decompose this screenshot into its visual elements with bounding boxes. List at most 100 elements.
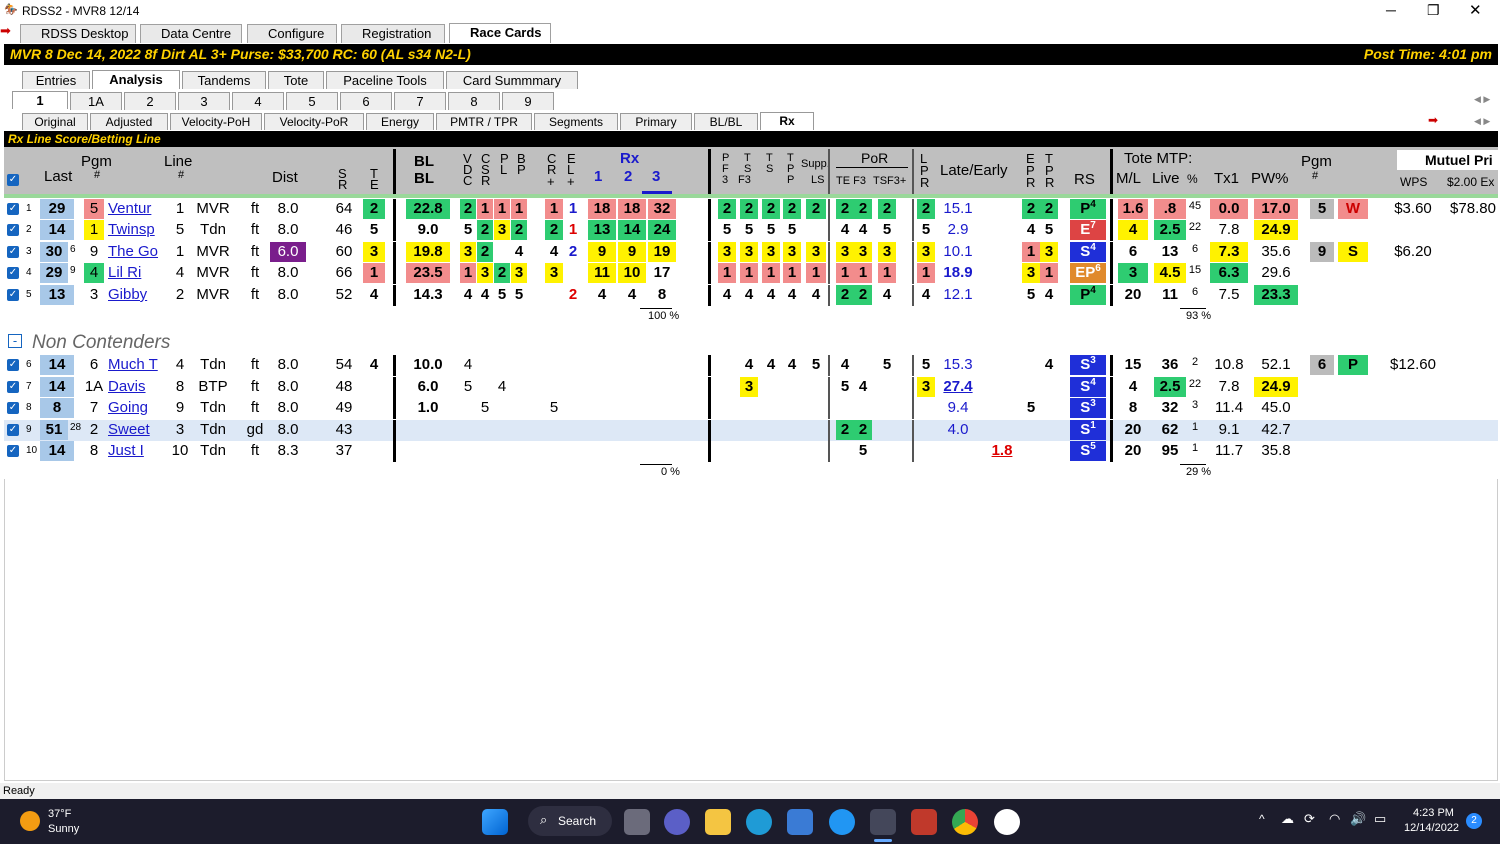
table-row[interactable]: ✓ 4 29 9 4 Lil Ri 4 MVR ft 8.0 66 1 23.5 1 3 2 3 3 11 10 17 1… [4,263,1498,284]
pf-value: 2 [718,199,736,219]
table-row[interactable]: ✓ 3 30 6 9 The Go 1 MVR ft 6.0 60 3 19.8 3 2 4 4 2 9 9 19 3 3 3… [4,242,1498,263]
weather-desc[interactable]: Sunny [48,823,79,835]
vdc-value: 4 [463,356,473,373]
total-line [1180,308,1206,309]
horse-name-link[interactable]: The Go [108,242,168,262]
scroll-arrows-icon[interactable]: ◀ ▶ [1474,94,1490,105]
table-row[interactable]: ✓ 1 29 5 Ventur 1 MVR ft 8.0 64 2 22.8 2 1 1 1 1 1 18 18 32 2… [4,199,1498,220]
horse-name-link[interactable]: Just I [108,441,168,461]
row-checkbox[interactable]: ✓ [7,289,19,301]
scroll-arrows-icon[interactable]: ◀ ▶ [1474,116,1490,127]
tab-analysis[interactable]: Analysis [92,70,180,89]
race-tab-5[interactable]: 5 [286,92,338,110]
tab-race-cards[interactable]: Race Cards [449,23,551,43]
report-tab-velocity-por[interactable]: Velocity-PoR [264,113,364,130]
chrome-icon[interactable] [952,809,978,835]
row-checkbox[interactable]: ✓ [7,445,19,457]
collapse-button[interactable]: - [8,334,22,348]
volume-icon[interactable]: 🔊 [1350,811,1366,827]
tab-configure[interactable]: Configure [247,24,337,43]
total-line [640,308,672,309]
openai-icon[interactable] [994,809,1020,835]
chat-icon[interactable] [664,809,690,835]
start-icon[interactable] [482,809,508,835]
report-tab-rx[interactable]: Rx [760,112,814,130]
table-row[interactable]: ✓ 7 14 1A Davis 8 BTP ft 8.0 48 6.0 5 4 3 5 4 3 27.4 S4 4 2.… [4,377,1498,398]
wifi-icon[interactable]: ◠ [1329,811,1340,827]
clock-date[interactable]: 12/14/2022 [1404,822,1459,834]
race-tab-7[interactable]: 7 [394,92,446,110]
race-tab-2[interactable]: 2 [124,92,176,110]
report-tab-primary[interactable]: Primary [620,113,692,130]
search-button[interactable]: ⌕ Search [528,806,612,836]
tab-entries[interactable]: Entries [22,71,90,89]
maximize-button[interactable]: ❐ [1427,2,1440,19]
table-row[interactable]: ✓ 6 14 6 Much T 4 Tdn ft 8.0 54 4 10.0 4 4 4 4 5 4 5 5 15.3 4… [4,355,1498,376]
race-tab-9[interactable]: 9 [502,92,554,110]
row-checkbox[interactable]: ✓ [7,224,19,236]
horse-name-link[interactable]: Gibby [108,285,168,305]
task-view-icon[interactable] [624,809,650,835]
row-number: 9 [26,424,32,435]
row-checkbox[interactable]: ✓ [7,203,19,215]
rdss-app-icon[interactable] [870,809,896,835]
minimize-button[interactable]: ─ [1386,2,1396,18]
csr-value: 2 [477,220,493,240]
tab-tote[interactable]: Tote [268,71,324,89]
row-checkbox[interactable]: ✓ [7,359,19,371]
table-row[interactable]: ✓ 5 13 3 Gibby 2 MVR ft 8.0 52 4 14.3 4 4 5 5 2 4 4 8 4 4 4 4 4 2… [4,285,1498,306]
close-button[interactable]: ✕ [1469,1,1482,19]
horse-name-link[interactable]: Going [108,398,168,418]
help-icon[interactable] [829,809,855,835]
race-tab-6[interactable]: 6 [340,92,392,110]
table-row[interactable]: ✓ 10 14 8 Just I 10 Tdn ft 8.3 37 5 1.8 S5 20 95 1 11.7 3… [4,441,1498,462]
row-checkbox[interactable]: ✓ [7,381,19,393]
tray-chevron-icon[interactable]: ^ [1259,812,1265,826]
horse-name-link[interactable]: Lil Ri [108,263,168,283]
report-tab-original[interactable]: Original [22,113,88,130]
pw-value: 24.9 [1254,377,1298,397]
horse-name-link[interactable]: Sweet [108,420,168,440]
tab-tandems[interactable]: Tandems [182,71,266,89]
tab-card-summary[interactable]: Card Summmary [446,71,578,89]
report-tab-blbl[interactable]: BL/BL [694,113,758,130]
tab-registration[interactable]: Registration [341,24,445,43]
report-tab-segments[interactable]: Segments [534,113,618,130]
report-tab-energy[interactable]: Energy [366,113,434,130]
clock-time[interactable]: 4:23 PM [1413,807,1454,819]
horse-name-link[interactable]: Twinsp [108,220,168,240]
rx3-value: 19 [648,242,676,262]
race-tab-4[interactable]: 4 [232,92,284,110]
table-row[interactable]: ✓ 8 8 7 Going 9 Tdn ft 8.0 49 1.0 5 5 9.4 5 S3 8 32 3 11.4 4… [4,398,1498,419]
report-tab-pmtr-tpr[interactable]: PMTR / TPR [436,113,532,130]
race-tab-1a[interactable]: 1A [70,92,122,110]
select-all-checkbox[interactable]: ✓ [7,174,19,186]
report-tab-velocity-poh[interactable]: Velocity-PoH [170,113,262,130]
cr-value: 1 [545,199,563,219]
race-tab-3[interactable]: 3 [178,92,230,110]
row-checkbox[interactable]: ✓ [7,246,19,258]
row-checkbox[interactable]: ✓ [7,402,19,414]
store-icon[interactable] [787,809,813,835]
tab-data-centre[interactable]: Data Centre [140,24,242,43]
file-explorer-icon[interactable] [705,809,731,835]
tab-paceline-tools[interactable]: Paceline Tools [326,71,444,89]
mcafee-icon[interactable] [911,809,937,835]
table-row[interactable]: ✓ 2 14 1 Twinsp 5 Tdn ft 8.0 46 5 9.0 5 2 3 2 2 1 13 14 24 5 5… [4,220,1498,241]
edge-icon[interactable] [746,809,772,835]
horse-name-link[interactable]: Ventur [108,199,168,219]
row-checkbox[interactable]: ✓ [7,267,19,279]
row-checkbox[interactable]: ✓ [7,424,19,436]
sync-icon[interactable]: ⟳ [1304,811,1315,827]
battery-icon[interactable]: ▭ [1374,811,1386,827]
horse-name-link[interactable]: Davis [108,377,168,397]
horse-name-link[interactable]: Much T [108,355,168,375]
table-row[interactable]: ✓ 9 51 28 2 Sweet 3 Tdn gd 8.0 43 2 2 4.0 S1 20 62 1 9.1 42… [4,420,1498,441]
race-tab-1[interactable]: 1 [12,91,68,109]
tab-rdss-desktop[interactable]: RDSS Desktop [20,24,136,43]
notification-badge[interactable]: 2 [1466,813,1482,829]
cloud-icon[interactable]: ☁ [1281,811,1294,827]
export-icon[interactable]: ➡ [1428,113,1438,127]
race-tab-8[interactable]: 8 [448,92,500,110]
report-tab-adjusted[interactable]: Adjusted [90,113,168,130]
